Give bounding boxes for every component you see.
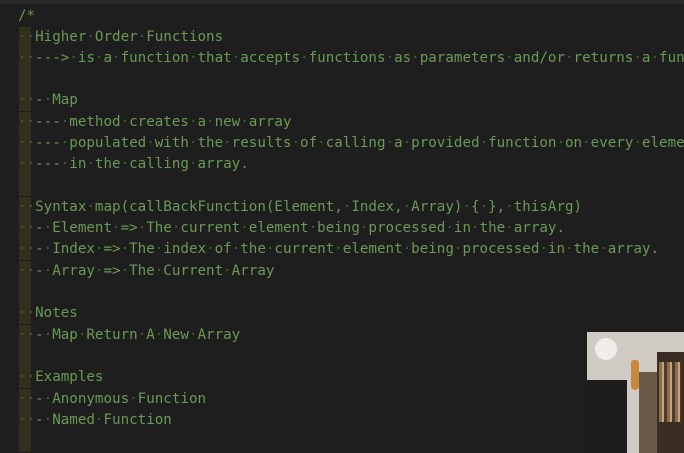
code-line-text: ··Higher·Order·Functions — [18, 29, 224, 45]
indent-guide — [19, 431, 31, 452]
code-line[interactable]: ··Higher·Order·Functions — [0, 27, 684, 48]
code-line[interactable]: ··-·Map·Return·A·New·Array — [0, 325, 684, 346]
code-line-text: ··-·Element·=>·The·current·element·being… — [18, 220, 565, 236]
code-line[interactable]: ··--->·is·a·function·that·accepts·functi… — [0, 48, 684, 69]
code-line-text: ··Examples — [18, 369, 104, 385]
code-line-text: ··---·method·creates·a·new·array — [18, 114, 292, 130]
code-line[interactable] — [0, 346, 684, 367]
code-line-text: ··-·Map·Return·A·New·Array — [18, 327, 241, 343]
code-line-text: ··---·populated·with·the·results·of·call… — [18, 135, 684, 151]
webcam-guitar — [631, 360, 639, 390]
code-line-text: ··--->·is·a·function·that·accepts·functi… — [18, 50, 684, 66]
code-line[interactable]: ··---·method·creates·a·new·array — [0, 112, 684, 133]
code-line[interactable]: /* — [0, 6, 684, 27]
code-line[interactable] — [0, 69, 684, 90]
code-line-text: ··---·in·the·calling·array. — [18, 156, 249, 172]
code-line[interactable]: ··-·Map — [0, 90, 684, 111]
webcam-ceiling-light — [595, 338, 617, 360]
code-line[interactable] — [0, 175, 684, 196]
indent-guide — [19, 175, 31, 196]
code-line-text: ··-·Map — [18, 92, 78, 108]
code-line[interactable]: ··Notes — [0, 303, 684, 324]
webcam-door — [639, 372, 657, 453]
code-line[interactable]: ··-·Anonymous·Function — [0, 389, 684, 410]
code-line[interactable]: ··-·Named·Function — [0, 410, 684, 431]
code-line[interactable]: ··-·Array·=>·The·Current·Array — [0, 261, 684, 282]
code-line-text: /* — [18, 8, 36, 24]
code-line-text: ··Notes — [18, 305, 78, 321]
code-line[interactable] — [0, 282, 684, 303]
indent-guide — [19, 282, 31, 303]
code-line-text: ··Syntax·map(callBackFunction(Element,·I… — [18, 199, 583, 215]
code-line-text: ··-·Anonymous·Function — [18, 391, 207, 407]
code-line[interactable]: ··---·populated·with·the·results·of·call… — [0, 133, 684, 154]
code-editor[interactable]: /* ··Higher·Order·Functions ··--->·is·a·… — [0, 4, 684, 453]
code-line[interactable]: ··Syntax·map(callBackFunction(Element,·I… — [0, 197, 684, 218]
webcam-overlay — [587, 332, 684, 453]
webcam-books — [659, 362, 681, 422]
code-line[interactable]: ··Examples — [0, 367, 684, 388]
code-line-text: ··-·Named·Function — [18, 412, 172, 428]
code-line-text: ··-·Index·=>·The·index·of·the·current·el… — [18, 241, 660, 257]
code-line[interactable]: ··---·in·the·calling·array. — [0, 154, 684, 175]
code-line[interactable] — [0, 431, 684, 452]
code-line[interactable]: ··-·Element·=>·The·current·element·being… — [0, 218, 684, 239]
indent-guide — [19, 346, 31, 367]
indent-guide — [19, 69, 31, 90]
code-line[interactable]: ··-·Index·=>·The·index·of·the·current·el… — [0, 239, 684, 260]
code-line-text: ··-·Array·=>·The·Current·Array — [18, 263, 275, 279]
webcam-shelf — [587, 380, 627, 453]
